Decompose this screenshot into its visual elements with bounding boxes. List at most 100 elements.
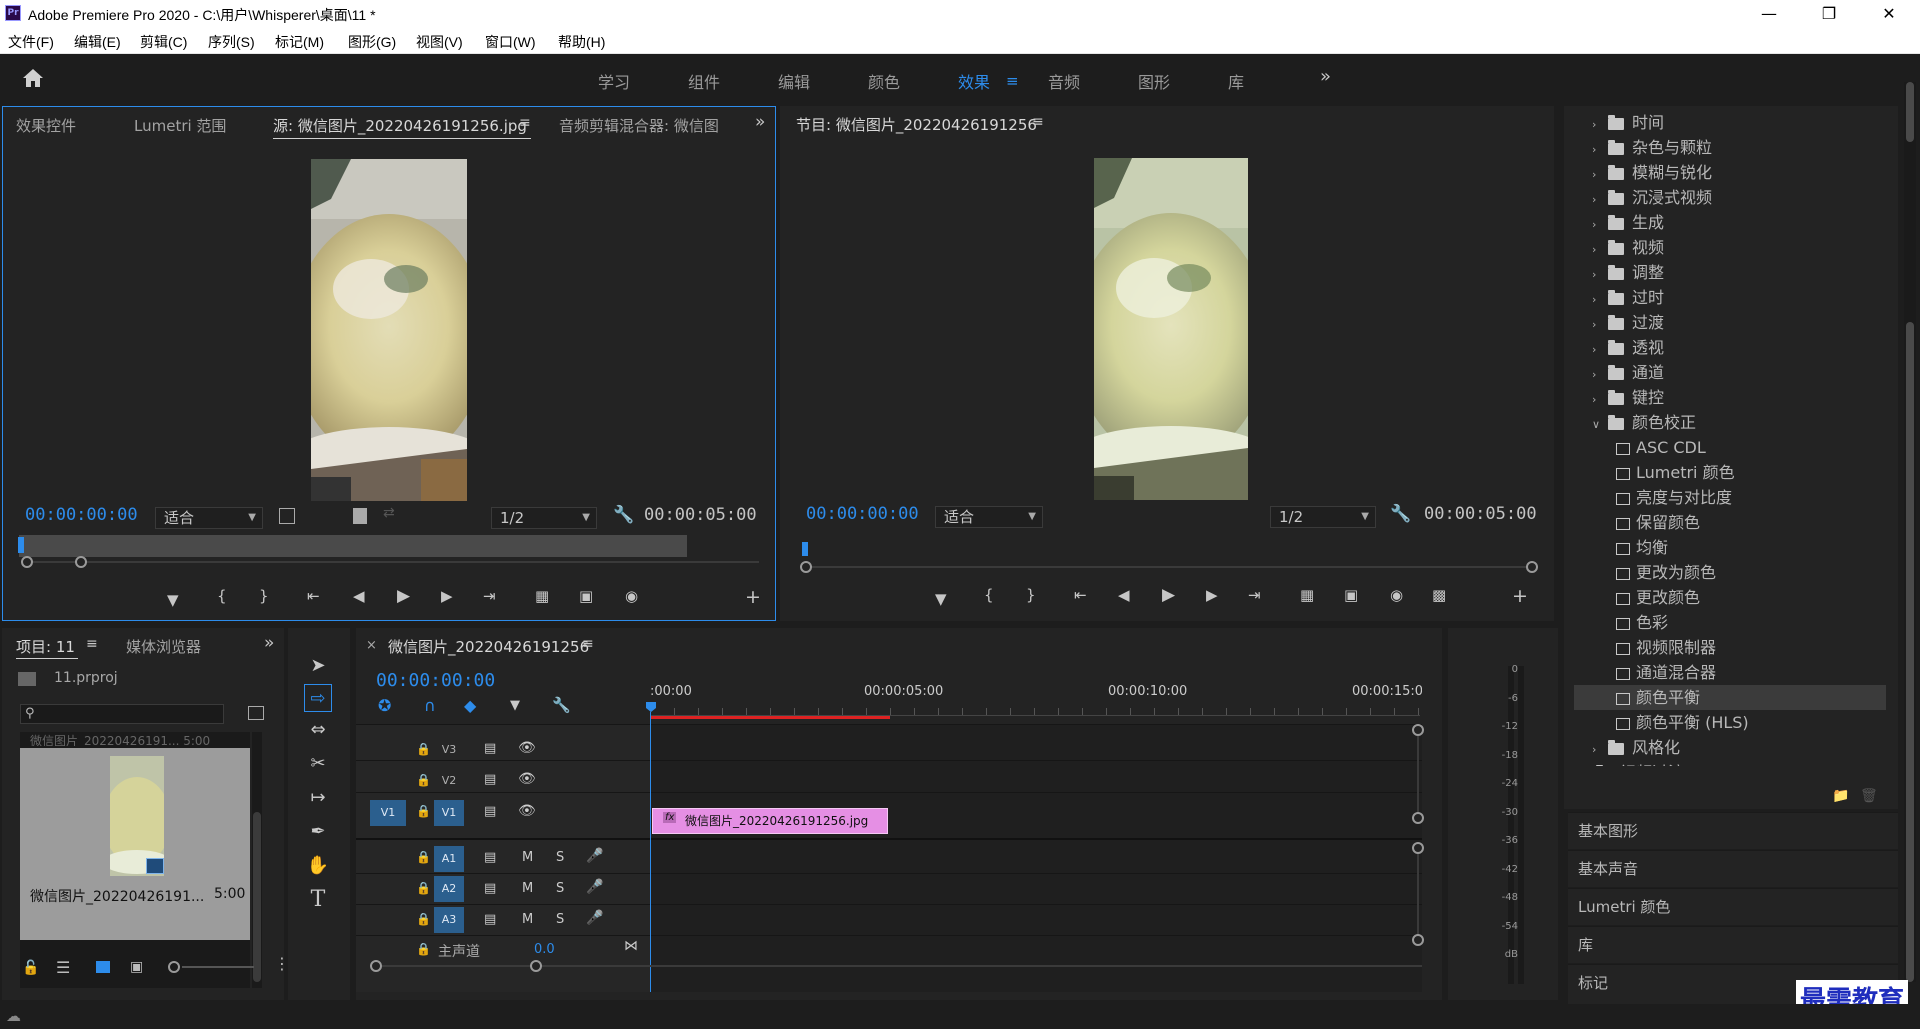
master-volume-value[interactable]: 0.0 [534,942,555,957]
new-bin-icon[interactable]: 📁 [1832,788,1849,804]
track-a1[interactable]: A1 [434,846,464,872]
menu-clip[interactable]: 剪辑(C) [140,32,187,52]
linked-selection-icon[interactable]: ◆ [464,696,476,715]
video-scroll-handle-bottom[interactable] [1412,812,1424,824]
microphone-icon[interactable]: 🎤 [586,848,603,864]
menu-file[interactable]: 文件(F) [8,32,54,52]
effects-folder[interactable]: › 模糊与锐化 [1574,160,1886,185]
audio-scrollbar[interactable] [1417,854,1419,934]
lock-icon[interactable]: 🔒 [416,942,431,956]
comparison-view-icon[interactable]: ▩ [1432,586,1446,604]
track-v2[interactable]: V2 [434,770,464,792]
sync-lock-icon[interactable]: ▤ [484,741,496,756]
workspace-tab-graphics[interactable]: 图形 [1138,69,1170,93]
razor-tool-icon[interactable]: ✂ [304,750,332,778]
menu-edit[interactable]: 编辑(E) [74,32,121,52]
freeform-view-icon[interactable]: ▣ [130,959,143,975]
go-to-in-icon[interactable]: ⇤ [307,587,320,605]
menu-marker[interactable]: 标记(M) [275,32,324,52]
mute-button[interactable]: M [522,912,533,927]
program-timecode[interactable]: 00:00:00:00 [806,504,919,524]
chevron-right-icon[interactable]: › [1592,362,1608,387]
effects-item[interactable]: 均衡 [1574,535,1886,560]
track-select-tool-icon[interactable]: ⇨ [304,684,332,712]
section-libraries[interactable]: 库 [1568,926,1898,963]
effects-item[interactable]: 颜色平衡 (HLS) [1574,710,1886,735]
workspace-tab-learn[interactable]: 学习 [598,69,630,93]
project-item-partial[interactable]: 微信图片_20220426191... 5:00 [20,732,250,746]
solo-button[interactable]: S [556,850,564,865]
effects-item[interactable]: 通道混合器 [1574,660,1886,685]
audio-scroll-handle-bottom[interactable] [1412,934,1424,946]
workspace-tab-color[interactable]: 颜色 [868,69,900,93]
mark-in-icon[interactable]: { [217,587,227,605]
section-essential-graphics[interactable]: 基本图形 [1568,812,1898,849]
track-v1[interactable]: V1 [434,800,464,826]
export-frame-icon[interactable] [353,508,367,524]
chevron-right-icon[interactable]: › [1592,137,1608,162]
mark-out-icon[interactable]: } [1026,586,1036,604]
timeline-clip[interactable]: fx 微信图片_20220426191256.jpg [652,808,888,834]
chevron-right-icon[interactable]: › [1592,387,1608,412]
chevron-right-icon[interactable]: › [1592,112,1608,137]
project-overflow-icon[interactable]: » [264,633,274,653]
chevron-right-icon[interactable]: › [1592,162,1608,187]
source-zoom-bar[interactable] [23,561,759,563]
program-playhead[interactable] [802,542,808,556]
tab-audio-clip-mixer[interactable]: 音频剪辑混合器: 微信图 [559,115,731,136]
type-tool-icon[interactable]: T [304,886,332,914]
effects-folder[interactable]: › 通道 [1574,360,1886,385]
right-scrollbar-thumb[interactable] [1906,82,1914,142]
timeline-title[interactable]: 微信图片_20220426191256 [388,636,589,657]
effects-folder[interactable]: › 透视 [1574,335,1886,360]
program-zoom-bar[interactable] [806,566,1534,568]
effects-folder[interactable]: › 时间 [1574,110,1886,135]
eye-icon[interactable]: 👁 [518,771,536,787]
drag-video-icon[interactable]: ⇄ [383,505,395,521]
section-essential-sound[interactable]: 基本声音 [1568,850,1898,887]
effects-folder[interactable]: › 调整 [1574,260,1886,285]
sync-lock-icon[interactable]: ▤ [484,772,496,787]
effects-item[interactable]: ASC CDL [1574,435,1886,460]
tab-media-browser[interactable]: 媒体浏览器 [126,636,201,657]
chevron-right-icon[interactable]: › [1592,212,1608,237]
lock-icon[interactable]: 🔒 [416,742,431,756]
step-forward-icon[interactable]: ▶ [441,587,453,605]
source-zoom-handle-left[interactable] [21,556,33,568]
workspace-overflow-icon[interactable]: » [1320,66,1331,87]
source-timeruler[interactable] [19,535,687,557]
workspace-tab-effects[interactable]: 效果 [958,69,990,93]
step-back-icon[interactable]: ◀ [353,587,365,605]
workspace-tab-assembly[interactable]: 组件 [688,69,720,93]
workspace-tab-editing[interactable]: 编辑 [778,69,810,93]
project-search-input[interactable]: ⚲ [20,704,224,724]
menu-window[interactable]: 窗口(W) [485,32,536,52]
audio-scroll-handle-top[interactable] [1412,842,1424,854]
track-a2[interactable]: A2 [434,876,464,902]
project-panel-menu-icon[interactable]: ≡ [86,636,98,652]
tab-project[interactable]: 项目: 11 [16,636,75,657]
effects-item[interactable]: 亮度与对比度 [1574,485,1886,510]
timeline-panel-menu-icon[interactable]: ≡ [582,636,594,652]
find-icon[interactable] [248,706,264,720]
project-thumbnail-tile[interactable]: 微信图片_20220426191... 5:00 [20,748,250,940]
program-zoom-handle-right[interactable] [1526,561,1538,573]
chevron-right-icon[interactable]: › [1592,337,1608,362]
zoom-slider-handle[interactable] [168,961,180,973]
chevron-down-icon[interactable]: ∨ [1592,412,1608,437]
hand-tool-icon[interactable]: ✋ [304,852,332,880]
close-button[interactable]: ✕ [1860,0,1918,28]
zoom-slider-track[interactable] [182,966,254,968]
effects-folder[interactable]: ∨ 颜色校正 [1574,410,1886,435]
solo-button[interactable]: S [556,912,564,927]
sync-lock-icon[interactable]: ▤ [484,881,496,896]
video-scrollbar[interactable] [1417,736,1419,812]
home-icon[interactable] [22,68,44,88]
wrench-icon[interactable]: 🔧 [552,696,571,714]
track-a3[interactable]: A3 [434,907,464,933]
lock-icon[interactable]: 🔓 [22,960,39,976]
right-scrollbar-track[interactable] [1904,82,1916,982]
chevron-right-icon[interactable]: › [1592,262,1608,287]
program-zoom-dropdown[interactable]: 适合 ▼ [935,506,1043,528]
right-scrollbar-thumb-lower[interactable] [1906,322,1914,982]
